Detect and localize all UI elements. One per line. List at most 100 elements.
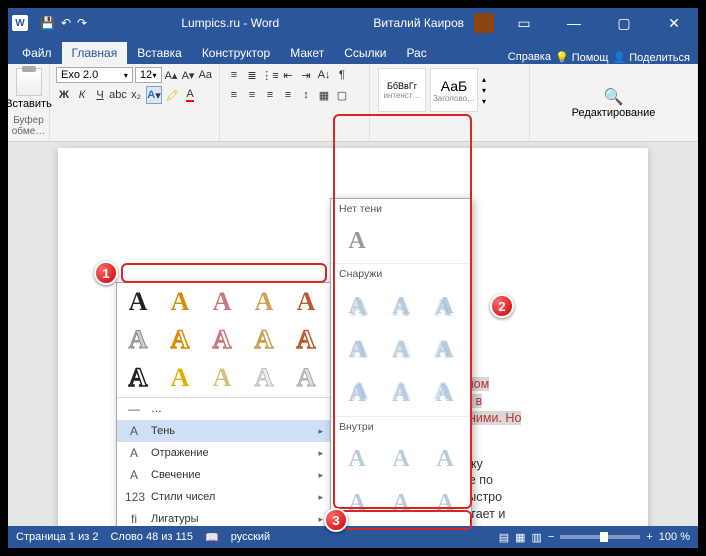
tab-help[interactable]: Справка <box>508 51 551 64</box>
font-size-input[interactable]: 12▾ <box>135 67 162 83</box>
view-print-icon[interactable]: ▦ <box>515 531 525 544</box>
maximize-button[interactable]: ▢ <box>604 8 644 38</box>
text-effects-button[interactable]: A▾ <box>146 86 162 104</box>
zoom-out-button[interactable]: − <box>548 531 554 543</box>
outdent-button[interactable]: ⇤ <box>280 66 296 84</box>
tab-home[interactable]: Главная <box>62 42 128 64</box>
editing-group[interactable]: 🔍 Редактирование <box>572 87 656 119</box>
wordart-preset[interactable]: A <box>285 283 327 321</box>
highlight-button[interactable]: 🖍 <box>164 86 180 104</box>
shadow-preset[interactable]: A <box>379 439 423 479</box>
tab-references[interactable]: Ссылки <box>334 42 396 64</box>
shadow-preset[interactable]: A <box>423 286 467 326</box>
user-name[interactable]: Виталий Каиров <box>373 16 464 30</box>
align-right-button[interactable]: ≡ <box>262 86 278 104</box>
multilevel-button[interactable]: ⋮≡ <box>262 66 278 84</box>
wordart-preset[interactable]: A <box>243 359 285 397</box>
wordart-preset[interactable]: A <box>285 321 327 359</box>
wordart-preset[interactable]: A <box>117 359 159 397</box>
shadow-preset[interactable]: A <box>423 439 467 479</box>
bullets-button[interactable]: ≡ <box>226 66 242 84</box>
close-button[interactable]: ✕ <box>654 8 694 38</box>
undo-icon[interactable]: ↶ <box>61 16 71 30</box>
status-page[interactable]: Страница 1 из 2 <box>16 531 98 543</box>
styles-up-button[interactable]: ▴ <box>482 75 496 84</box>
ribbon-toggle-icon[interactable]: ▭ <box>504 8 544 38</box>
wordart-preset[interactable]: A <box>243 283 285 321</box>
styles-down-button[interactable]: ▾ <box>482 86 496 95</box>
shadow-preset[interactable]: A <box>379 374 423 414</box>
shadow-preset[interactable]: A <box>335 374 379 414</box>
zoom-level[interactable]: 100 % <box>659 531 690 543</box>
paste-button[interactable]: Вставить <box>5 98 52 110</box>
save-icon[interactable]: 💾 <box>40 16 55 30</box>
shadow-preset[interactable]: A <box>379 330 423 370</box>
status-language[interactable]: русский <box>231 531 270 543</box>
shadow-preset[interactable]: A <box>423 374 467 414</box>
redo-icon[interactable]: ↷ <box>77 16 87 30</box>
shadow-preset[interactable]: A <box>335 286 379 326</box>
sort-button[interactable]: A↓ <box>316 66 332 84</box>
align-center-button[interactable]: ≡ <box>244 86 260 104</box>
wordart-preset[interactable]: A <box>201 321 243 359</box>
shadow-preset[interactable]: A <box>423 330 467 370</box>
wordart-preset[interactable]: A <box>159 283 201 321</box>
tab-mailings[interactable]: Рас <box>396 42 436 64</box>
tell-me[interactable]: 💡 Помощ <box>555 51 609 64</box>
style-item[interactable]: БбВвГгинтенст… <box>378 68 426 112</box>
zoom-slider[interactable] <box>560 535 640 539</box>
paste-icon[interactable] <box>16 68 42 96</box>
strike-button[interactable]: abc <box>110 86 126 104</box>
zoom-in-button[interactable]: + <box>646 531 652 543</box>
menu-item-reflection[interactable]: AОтражение▸ <box>117 442 331 464</box>
tab-design[interactable]: Конструктор <box>192 42 280 64</box>
view-read-icon[interactable]: ▤ <box>499 531 509 544</box>
sub-super-button[interactable]: x₂ <box>128 86 144 104</box>
borders-button[interactable]: ▢ <box>334 86 350 104</box>
shading-button[interactable]: ▦ <box>316 86 332 104</box>
status-proofing-icon[interactable]: 📖 <box>205 531 219 544</box>
wordart-preset[interactable]: A <box>117 321 159 359</box>
shadow-preset[interactable]: A <box>335 330 379 370</box>
menu-item[interactable]: —… <box>117 398 331 420</box>
share-button[interactable]: 👤 Поделиться <box>612 51 690 64</box>
shadow-none[interactable]: A <box>335 221 379 261</box>
menu-item-shadow[interactable]: AТень▸ <box>117 420 331 442</box>
shadow-preset[interactable]: A <box>379 286 423 326</box>
indent-button[interactable]: ⇥ <box>298 66 314 84</box>
menu-item-ligatures[interactable]: fiЛигатуры▸ <box>117 508 331 526</box>
minimize-button[interactable]: — <box>554 8 594 38</box>
wordart-preset[interactable]: A <box>243 321 285 359</box>
bold-button[interactable]: Ж <box>56 86 72 104</box>
font-color-button[interactable]: A <box>182 86 198 104</box>
wordart-preset[interactable]: A <box>201 283 243 321</box>
grow-font-button[interactable]: A▴ <box>164 66 179 84</box>
styles-more-button[interactable]: ▾ <box>482 97 496 106</box>
underline-button[interactable]: Ч <box>92 86 108 104</box>
menu-item-numstyles[interactable]: 123Стили чисел▸ <box>117 486 331 508</box>
shadow-preset[interactable]: A <box>335 439 379 479</box>
shrink-font-button[interactable]: A▾ <box>181 66 196 84</box>
wordart-preset[interactable]: A <box>159 359 201 397</box>
numbering-button[interactable]: ≣ <box>244 66 260 84</box>
change-case-button[interactable]: Aa <box>198 66 213 84</box>
style-item[interactable]: АаБЗаголово… <box>430 68 478 112</box>
font-name-input[interactable]: Exo 2.0▾ <box>56 67 133 83</box>
wordart-preset[interactable]: A <box>117 283 159 321</box>
align-left-button[interactable]: ≡ <box>226 86 242 104</box>
status-words[interactable]: Слово 48 из 115 <box>110 531 193 543</box>
pilcrow-button[interactable]: ¶ <box>334 66 350 84</box>
tab-insert[interactable]: Вставка <box>127 42 192 64</box>
shadow-preset[interactable]: A <box>379 483 423 523</box>
avatar[interactable] <box>474 13 494 33</box>
view-web-icon[interactable]: ▥ <box>532 531 542 544</box>
wordart-preset[interactable]: A <box>285 359 327 397</box>
justify-button[interactable]: ≡ <box>280 86 296 104</box>
line-spacing-button[interactable]: ↕ <box>298 86 314 104</box>
wordart-preset[interactable]: A <box>201 359 243 397</box>
wordart-preset[interactable]: A <box>159 321 201 359</box>
shadow-preset[interactable]: A <box>423 483 467 523</box>
italic-button[interactable]: К <box>74 86 90 104</box>
tab-layout[interactable]: Макет <box>280 42 334 64</box>
menu-item-glow[interactable]: AСвечение▸ <box>117 464 331 486</box>
